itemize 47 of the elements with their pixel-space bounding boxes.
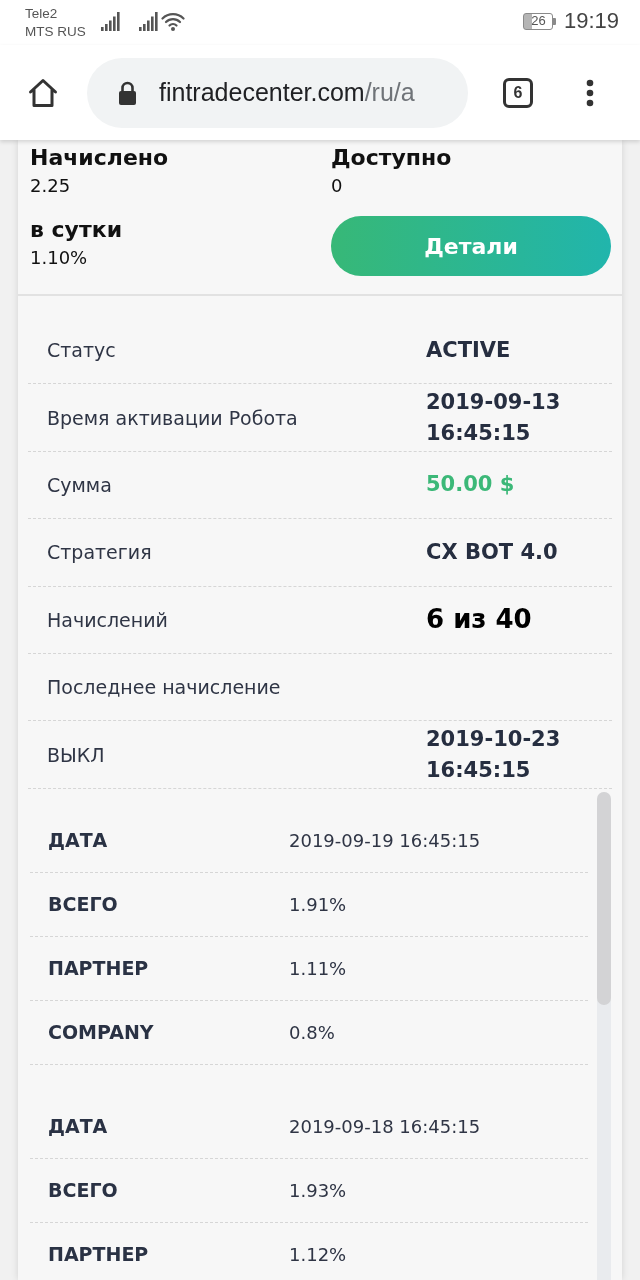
accrual-value: 1.93% [289,1179,348,1201]
info-label: Стратегия [47,540,153,565]
scrollbar-thumb[interactable] [597,791,611,1005]
info-value: 2019-10-23 16:45:15 [426,725,562,784]
summary-label: Доступно [331,144,452,172]
accrual-label: ДАТА [48,829,109,852]
address-bar[interactable]: fintradecenter.com/ru/a [87,57,468,128]
info-label: Начислений [47,607,169,632]
signal-icon [100,11,120,31]
info-label: Статус [47,338,117,363]
lock-icon [118,80,137,105]
info-label: Время активации Робота [47,405,299,430]
accrual-value: 1.12% [289,1243,348,1265]
accrual-value: 1.11% [289,957,348,979]
carrier-name: MTS RUS [25,22,86,41]
accrual-label: COMPANY [48,1021,155,1044]
info-value: 6 из 40 [426,604,533,636]
summary-label: в сутки [30,216,123,244]
summary-value: 1.10% [30,246,88,270]
clock-time: 19:19 [563,8,619,34]
accrual-label: ДАТА [48,1115,109,1138]
accrual-value: 2019-09-18 16:45:15 [289,1115,482,1137]
accrual-label: ВСЕГО [48,893,119,916]
info-label: Сумма [47,472,113,497]
signal-icon [138,11,158,31]
battery-indicator: 26 [523,12,556,30]
accrual-value: 2019-09-19 16:45:15 [289,829,482,851]
summary-value: 2.25 [30,174,71,198]
overflow-menu-icon[interactable] [586,78,594,107]
summary-value: 0 [331,174,343,198]
info-label: Последнее начисление [47,675,282,700]
summary-label: Начислено [30,144,169,172]
url-text: fintradecenter.com/ru/a [159,78,415,107]
info-value: 2019-09-13 16:45:15 [426,388,562,447]
tab-switcher-button[interactable]: 6 [503,77,533,108]
accrual-label: ВСЕГО [48,1179,119,1202]
info-value: CX BOT 4.0 [426,538,559,566]
wifi-icon [160,11,185,31]
info-value: ACTIVE [426,336,512,364]
carrier-name: Tele2 [25,4,59,23]
accrual-label: ПАРТНЕР [48,1243,150,1266]
accrual-label: ПАРТНЕР [48,957,150,980]
info-value: 50.00 $ [426,471,516,499]
home-icon[interactable] [28,77,58,108]
info-label: ВЫКЛ [47,742,106,767]
accrual-value: 1.91% [289,893,348,915]
accrual-value: 0.8% [289,1021,336,1043]
